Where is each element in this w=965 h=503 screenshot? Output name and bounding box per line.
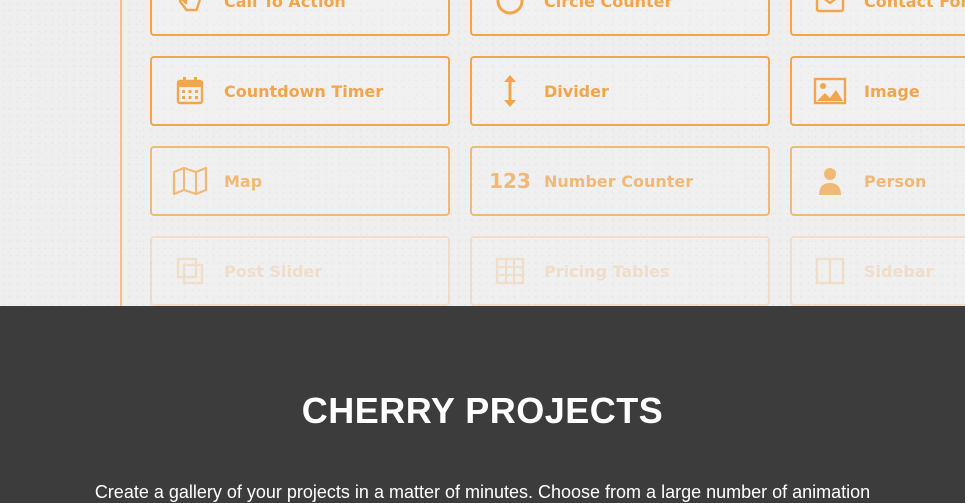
- calendar-icon: [172, 73, 208, 109]
- module-card-countdown-timer[interactable]: Countdown Timer: [150, 56, 450, 126]
- vertical-arrows-icon: [492, 73, 528, 109]
- module-label: Divider: [544, 81, 609, 101]
- section-title: CHERRY PROJECTS: [301, 390, 664, 431]
- module-label: Person: [864, 171, 927, 191]
- map-icon: [172, 163, 208, 199]
- module-card-pricing-tables[interactable]: Pricing Tables: [470, 236, 770, 306]
- module-label: Contact Form: [864, 0, 965, 11]
- circle-icon: [492, 0, 528, 19]
- module-card-image[interactable]: Image: [790, 56, 965, 126]
- module-label: Number Counter: [544, 171, 694, 191]
- module-label: Countdown Timer: [224, 81, 384, 101]
- hero-divider-line: [120, 0, 122, 306]
- hand-pointer-icon: [172, 0, 208, 19]
- module-label: Image: [864, 81, 920, 101]
- module-card-sidebar[interactable]: Sidebar: [790, 236, 965, 306]
- module-card-call-to-action[interactable]: Call To Action: [150, 0, 450, 36]
- module-card-circle-counter[interactable]: Circle Counter: [470, 0, 770, 36]
- sidebar-icon: [812, 253, 848, 289]
- number-123-icon: 123: [489, 169, 531, 193]
- module-card-map[interactable]: Map: [150, 146, 450, 216]
- envelope-icon: [812, 0, 848, 19]
- module-card-post-slider[interactable]: Post Slider: [150, 236, 450, 306]
- copy-icon: [172, 253, 208, 289]
- module-label: Call To Action: [224, 0, 346, 11]
- cherry-projects-section: CHERRY PROJECTS Create a gallery of your…: [0, 306, 965, 502]
- image-icon: [812, 73, 848, 109]
- module-label: Pricing Tables: [544, 261, 670, 281]
- modules-hero: Call To Action Circle Counter Contact Fo…: [0, 0, 965, 306]
- module-label: Map: [224, 171, 263, 191]
- module-label: Sidebar: [864, 261, 934, 281]
- module-card-divider[interactable]: Divider: [470, 56, 770, 126]
- module-card-contact-form[interactable]: Contact Form: [790, 0, 965, 36]
- module-card-number-counter[interactable]: 123 Number Counter: [470, 146, 770, 216]
- module-label: Circle Counter: [544, 0, 673, 11]
- table-icon: [492, 253, 528, 289]
- person-icon: [812, 163, 848, 199]
- module-label: Post Slider: [224, 261, 323, 281]
- module-card-person[interactable]: Person: [790, 146, 965, 216]
